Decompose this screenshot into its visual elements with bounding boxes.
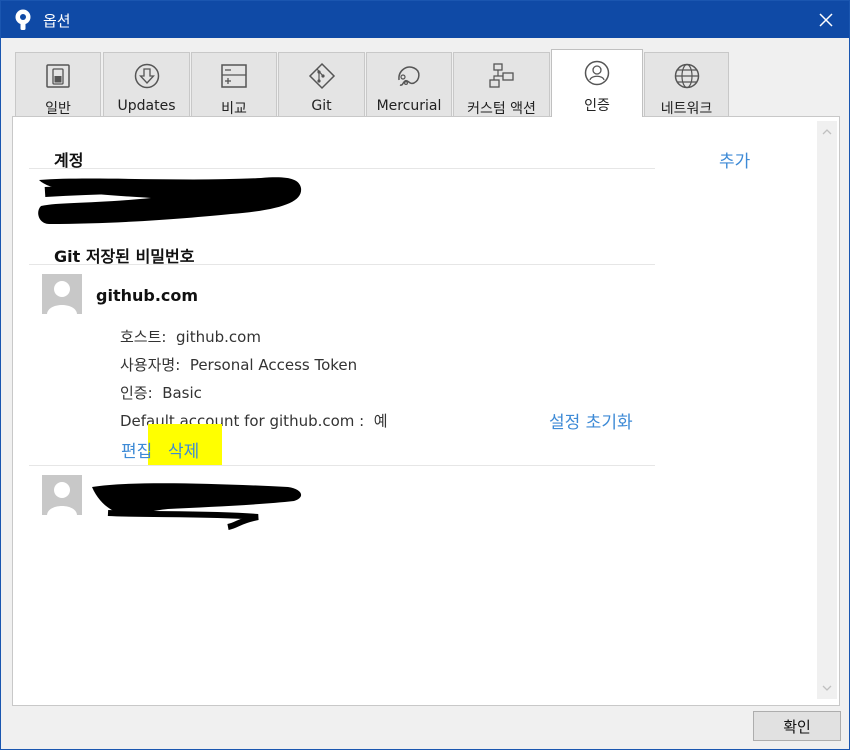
tab-label: Mercurial xyxy=(376,98,442,114)
tab-label: 네트워크 xyxy=(660,101,713,117)
tab-git[interactable]: Git xyxy=(278,52,365,116)
window-title: 옵션 xyxy=(43,12,71,30)
avatar xyxy=(42,475,82,515)
close-button[interactable] xyxy=(803,1,849,38)
options-window: 옵션 일반 Updates 비교 Git Mercurial 커스텀 액션 인증… xyxy=(0,0,850,750)
authentication-panel: 계정 추가 Git 저장된 비밀번호 github.com 호스트: githu… xyxy=(12,116,840,706)
username-label: 사용자명: xyxy=(120,356,181,374)
ok-button[interactable]: 확인 xyxy=(753,711,841,741)
divider xyxy=(29,168,655,169)
username-row: 사용자명: Personal Access Token xyxy=(120,354,357,375)
host-row: 호스트: github.com xyxy=(120,326,261,347)
diff-icon xyxy=(221,64,247,88)
credential-name: github.com xyxy=(96,286,199,305)
tab-label: 일반 xyxy=(45,101,71,117)
user-icon xyxy=(584,60,610,86)
git-icon xyxy=(308,62,335,90)
default-account-value: 예 xyxy=(373,412,388,430)
redacted-credential-scribble xyxy=(92,483,302,530)
edit-link[interactable]: 편집 xyxy=(121,437,152,462)
sourcetree-logo-icon xyxy=(15,9,31,30)
vertical-scrollbar[interactable] xyxy=(817,121,837,699)
tab-authentication[interactable]: 인증 xyxy=(551,49,643,117)
tab-label: Git xyxy=(311,98,332,114)
avatar xyxy=(42,274,82,314)
general-icon xyxy=(46,64,70,88)
redacted-account-scribble xyxy=(38,177,302,224)
scroll-down-icon[interactable] xyxy=(821,683,833,693)
tab-general[interactable]: 일반 xyxy=(15,52,101,117)
default-avatar-icon xyxy=(47,281,77,314)
scroll-up-icon[interactable] xyxy=(821,127,833,137)
tab-network[interactable]: 네트워크 xyxy=(644,52,729,117)
tab-label: 인증 xyxy=(584,98,610,114)
host-label: 호스트: xyxy=(120,328,167,346)
options-tabs: 일반 Updates 비교 Git Mercurial 커스텀 액션 인증 네트… xyxy=(15,49,735,117)
custom-action-icon xyxy=(488,63,514,88)
tab-label: 커스텀 액션 xyxy=(467,101,536,117)
add-account-link[interactable]: 추가 xyxy=(719,147,750,172)
divider xyxy=(29,264,655,265)
tab-diff[interactable]: 비교 xyxy=(191,52,277,117)
tab-updates[interactable]: Updates xyxy=(103,52,190,116)
auth-row: 인증: Basic xyxy=(120,382,202,403)
delete-link[interactable]: 삭제 xyxy=(168,437,199,462)
auth-label: 인증: xyxy=(120,384,153,402)
username-value: Personal Access Token xyxy=(189,356,358,374)
host-value: github.com xyxy=(176,328,261,346)
download-icon xyxy=(134,63,159,89)
close-icon xyxy=(819,12,833,27)
tab-custom-actions[interactable]: 커스텀 액션 xyxy=(453,52,550,117)
default-avatar-icon xyxy=(47,482,77,515)
tab-label: 비교 xyxy=(221,101,247,117)
reset-settings-link[interactable]: 설정 초기화 xyxy=(549,408,633,433)
mercurial-icon xyxy=(398,66,420,86)
tab-mercurial[interactable]: Mercurial xyxy=(366,52,452,116)
title-bar: 옵션 xyxy=(1,1,849,38)
auth-value: Basic xyxy=(162,384,202,402)
divider xyxy=(29,465,655,466)
globe-icon xyxy=(674,63,699,89)
tab-label: Updates xyxy=(117,98,176,114)
